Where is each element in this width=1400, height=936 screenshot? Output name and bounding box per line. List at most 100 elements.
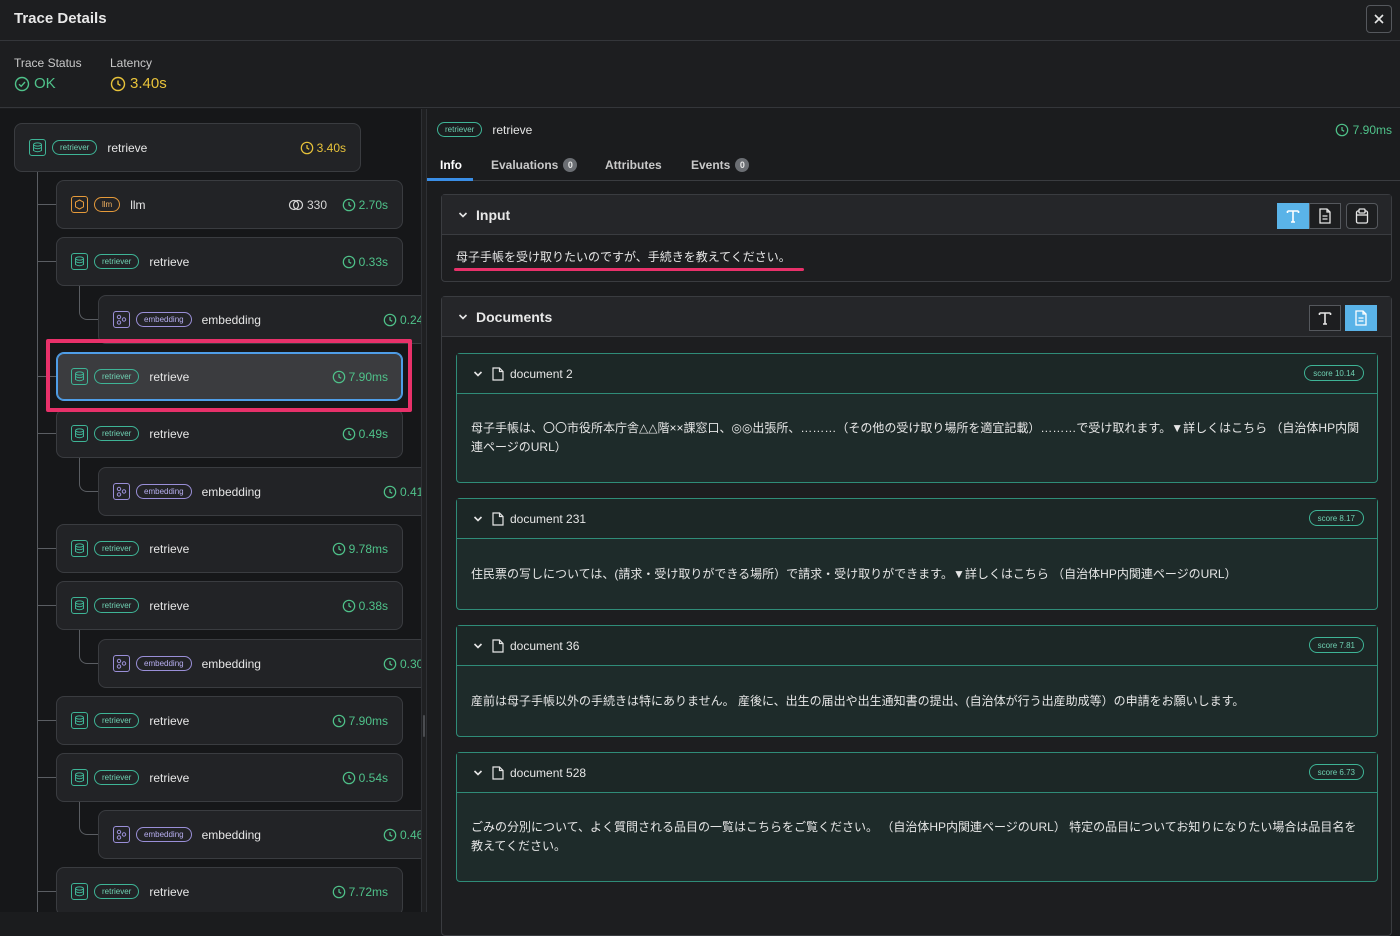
database-icon <box>29 139 46 156</box>
span-llm[interactable]: llm llm 330 2.70s <box>56 180 403 229</box>
span-kind-badge: embedding <box>136 484 192 499</box>
span-kind-badge: embedding <box>136 827 192 842</box>
tab-attributes[interactable]: Attributes <box>605 158 662 172</box>
tree-connector <box>37 158 38 912</box>
span-kind-badge: retriever <box>437 122 483 137</box>
span-kind-badge: retriever <box>94 770 140 785</box>
count-badge: 0 <box>735 158 750 172</box>
chevron-down-icon[interactable] <box>473 369 483 379</box>
span-latency: 0.30 <box>383 657 421 671</box>
span-name: retrieve <box>149 254 190 269</box>
span-kind-badge: retriever <box>94 713 140 728</box>
input-text: 母子手帳を受け取りたいのですが、手続きを教えてください。 <box>456 250 791 264</box>
span-name: retrieve <box>149 770 190 785</box>
document-view-button[interactable] <box>1309 203 1341 229</box>
tab-info[interactable]: Info <box>440 158 462 172</box>
database-icon <box>71 712 88 729</box>
database-icon <box>71 597 88 614</box>
span-latency: 3.40s <box>300 141 346 155</box>
span-kind-badge: retriever <box>94 541 140 556</box>
clock-icon <box>342 198 355 211</box>
chevron-down-icon[interactable] <box>458 312 468 322</box>
span-latency: 7.90ms <box>332 714 388 728</box>
embedding-icon <box>113 826 130 843</box>
span-embedding[interactable]: embedding embedding 0.30 <box>98 639 421 688</box>
tree-connector <box>37 204 56 205</box>
chevron-down-icon[interactable] <box>473 641 483 651</box>
input-header[interactable]: Input <box>442 195 1391 235</box>
clock-icon <box>342 599 355 612</box>
tokens-icon <box>288 199 304 210</box>
document-header[interactable]: document 2 score 10.14 <box>457 354 1377 394</box>
database-icon <box>71 253 88 270</box>
span-name: embedding <box>201 656 261 671</box>
text-view-button[interactable] <box>1277 203 1309 229</box>
text-view-button[interactable] <box>1309 305 1341 331</box>
hexagon-icon <box>71 196 88 213</box>
tab-evaluations[interactable]: Evaluations 0 <box>491 158 578 172</box>
span-retrieve[interactable]: retriever retrieve 0.38s <box>56 581 403 630</box>
clock-icon <box>342 255 355 268</box>
span-root[interactable]: retriever retrieve 3.40s <box>14 123 361 172</box>
text-icon <box>1286 210 1300 223</box>
count-badge: 0 <box>563 158 578 172</box>
span-kind-badge: embedding <box>136 656 192 671</box>
clock-icon <box>383 313 397 326</box>
score-badge: score 6.73 <box>1308 764 1364 780</box>
trace-status: Trace Status OK <box>14 56 82 92</box>
tree-connector <box>79 630 98 664</box>
copy-button[interactable] <box>1346 203 1378 229</box>
span-embedding[interactable]: embedding embedding 0.41 <box>98 467 421 516</box>
document-view-button[interactable] <box>1345 305 1377 331</box>
documents-header[interactable]: Documents <box>442 297 1391 337</box>
document-header[interactable]: document 528 score 6.73 <box>457 753 1377 793</box>
span-retrieve[interactable]: retriever retrieve 0.49s <box>56 409 403 458</box>
clock-icon <box>342 771 355 784</box>
span-latency: 0.41 <box>383 485 421 499</box>
span-name: embedding <box>201 484 261 499</box>
span-latency: 0.24 <box>383 313 421 327</box>
chevron-down-icon[interactable] <box>473 514 483 524</box>
span-latency: 0.49s <box>342 427 388 441</box>
clock-icon <box>383 485 397 498</box>
detail-header: retriever retrieve <box>437 122 532 137</box>
detail-span-name: retrieve <box>492 122 533 137</box>
span-name: retrieve <box>149 426 190 441</box>
embedding-icon <box>113 483 130 500</box>
document-icon <box>1319 208 1331 224</box>
clock-icon <box>342 427 355 440</box>
span-latency: 0.54s <box>342 771 388 785</box>
span-name: retrieve <box>149 884 190 899</box>
span-retrieve[interactable]: retriever retrieve 9.78ms <box>56 524 403 573</box>
tree-connector <box>79 458 98 492</box>
file-icon <box>492 638 504 653</box>
token-count: 330 <box>288 198 327 212</box>
span-latency: 7.72ms <box>332 885 388 899</box>
tab-events[interactable]: Events 0 <box>691 158 750 172</box>
tree-connector <box>37 777 56 778</box>
chevron-down-icon[interactable] <box>458 210 468 220</box>
highlight-annotation <box>46 339 412 412</box>
span-latency: 0.33s <box>342 255 388 269</box>
span-retrieve[interactable]: retriever retrieve 7.72ms <box>56 867 403 912</box>
document-header[interactable]: document 36 score 7.81 <box>457 626 1377 666</box>
span-retrieve[interactable]: retriever retrieve 0.33s <box>56 237 403 286</box>
span-name: retrieve <box>149 598 190 613</box>
clock-icon <box>383 828 397 841</box>
close-button[interactable] <box>1366 5 1392 33</box>
document-header[interactable]: document 231 score 8.17 <box>457 499 1377 539</box>
span-retrieve[interactable]: retriever retrieve 0.54s <box>56 753 403 802</box>
span-name: retrieve <box>107 140 148 155</box>
clock-icon <box>332 885 345 898</box>
span-retrieve[interactable]: retriever retrieve 7.90ms <box>56 696 403 745</box>
document-name: document 528 <box>510 765 587 780</box>
chevron-down-icon[interactable] <box>473 768 483 778</box>
file-icon <box>492 511 504 526</box>
span-embedding[interactable]: embedding embedding 0.24 <box>98 295 421 344</box>
span-tree: retriever retrieve 3.40s llm llm 330 2.7… <box>0 109 421 912</box>
span-embedding[interactable]: embedding embedding 0.46 <box>98 810 421 859</box>
span-name: embedding <box>201 312 261 327</box>
embedding-icon <box>113 311 130 328</box>
document-text: 母子手帳は、〇〇市役所本庁舎△△階××課窓口、◎◎出張所、………（その他の受け取… <box>471 421 1360 454</box>
input-panel: Input 母子手帳を受け取りたいのですが、手続きを教えてください。 <box>441 194 1392 282</box>
